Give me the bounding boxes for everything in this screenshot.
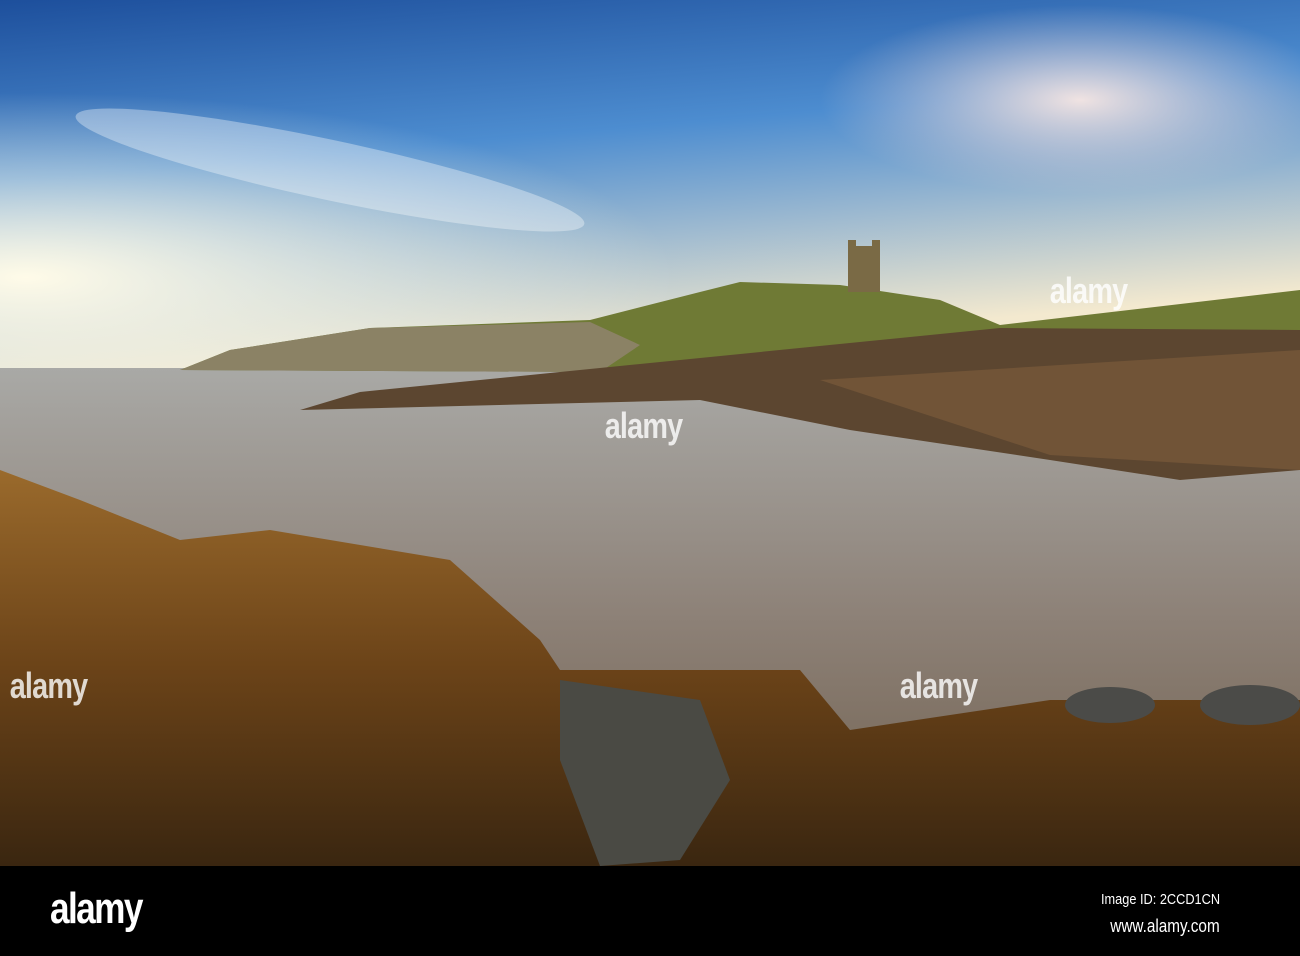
alamy-logo: alamy [50, 884, 143, 933]
site-url: www.alamy.com [1110, 916, 1220, 936]
watermark-logo: alamy [9, 665, 88, 706]
footer-bar: alamy Image ID: 2CCD1CN www.alamy.com [0, 866, 1300, 956]
watermark-logo: alamy [899, 665, 978, 706]
image-id-label: Image ID: 2CCD1CN [1100, 891, 1220, 908]
stock-photo-page: alamy alamy alamy alamy alamy Image ID: … [0, 0, 1300, 956]
watermark-logo: alamy [604, 405, 683, 446]
watermark-logo: alamy [1049, 270, 1128, 311]
